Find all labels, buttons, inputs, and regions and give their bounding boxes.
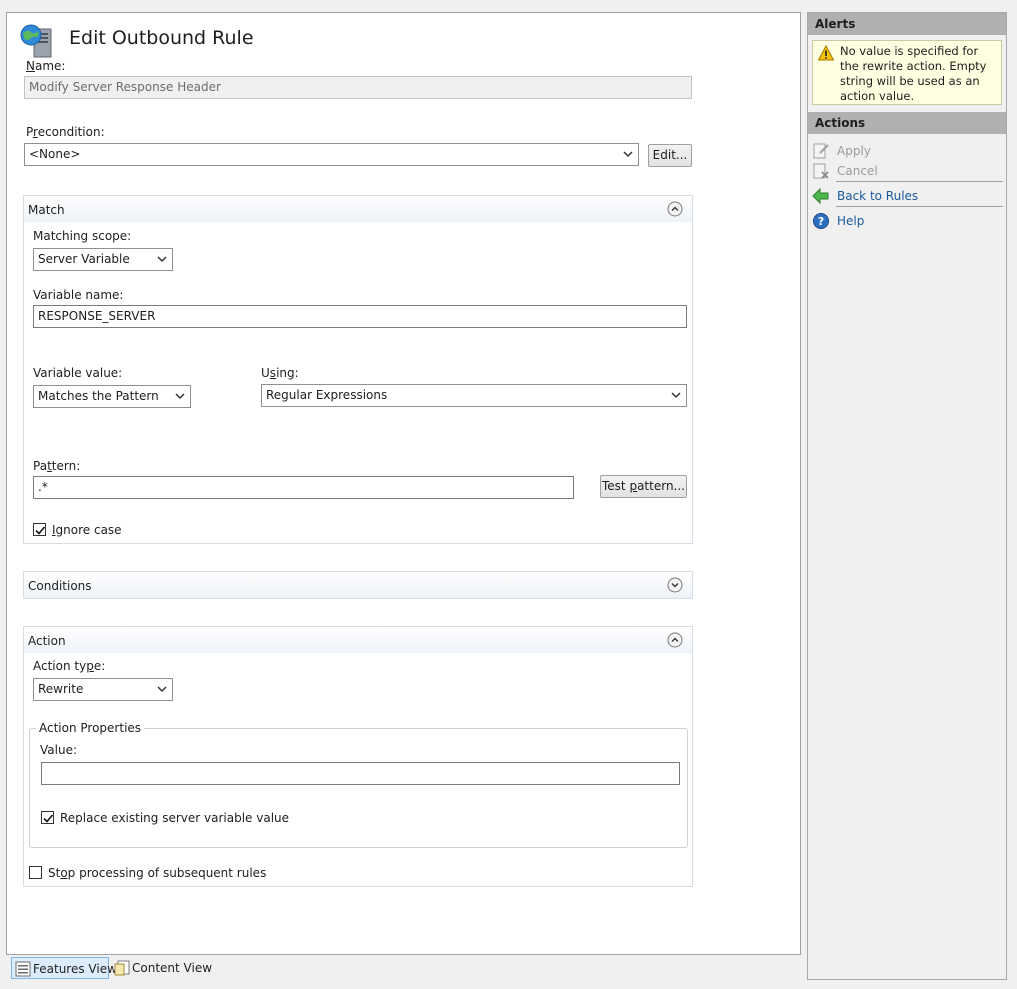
matching-scope-select[interactable]: Server Variable: [33, 248, 173, 271]
using-select[interactable]: Regular Expressions: [261, 384, 687, 407]
action-value-input[interactable]: [41, 762, 680, 785]
expand-down-icon[interactable]: [667, 577, 683, 593]
actions-separator: [836, 206, 1003, 207]
using-label: Using:: [261, 366, 299, 380]
precondition-label: Precondition:: [26, 125, 105, 139]
matching-scope-value: Server Variable: [38, 252, 130, 266]
matching-scope-label: Matching scope:: [33, 229, 132, 243]
stop-processing-checkbox[interactable]: [29, 866, 42, 879]
chevron-down-icon: [175, 393, 185, 400]
help-label: Help: [837, 214, 865, 228]
value-label: Value:: [40, 743, 77, 757]
help-icon: ?: [813, 213, 829, 229]
ignore-case-label: Ignore case: [52, 523, 122, 537]
help-action[interactable]: ? Help: [812, 212, 1002, 230]
action-type-select[interactable]: Rewrite: [33, 678, 173, 701]
match-title: Match: [28, 203, 65, 217]
conditions-title: Conditions: [28, 579, 92, 593]
variable-name-label: Variable name:: [33, 288, 124, 302]
checkmark-icon: [35, 526, 46, 535]
collapse-up-icon[interactable]: [667, 201, 683, 217]
name-label: Name:: [26, 59, 66, 73]
content-view-icon: [114, 960, 130, 976]
replace-existing-checkbox[interactable]: [41, 811, 54, 824]
tab-features-view[interactable]: Features View: [11, 957, 117, 979]
back-to-rules-label: Back to Rules: [837, 189, 919, 203]
variable-value-select[interactable]: Matches the Pattern: [33, 385, 191, 408]
precondition-select[interactable]: <None>: [24, 143, 639, 166]
page-title: Edit Outbound Rule: [69, 27, 254, 49]
chevron-down-icon: [157, 256, 167, 263]
collapse-up-icon[interactable]: [667, 632, 683, 648]
apply-label: Apply: [837, 144, 871, 158]
tab-features-label: Features View: [33, 962, 117, 976]
alerts-header: Alerts: [808, 13, 1006, 35]
variable-name-input[interactable]: RESPONSE_SERVER: [33, 305, 687, 328]
main-panel: Edit Outbound Rule Name: Modify Server R…: [6, 12, 801, 955]
chevron-down-icon: [157, 686, 167, 693]
warning-icon: [818, 45, 834, 61]
svg-text:?: ?: [818, 215, 824, 228]
action-type-value: Rewrite: [38, 682, 84, 696]
action-type-label: Action type:: [33, 659, 106, 673]
cancel-label: Cancel: [837, 164, 878, 178]
action-properties-legend: Action Properties: [36, 721, 145, 735]
edit-precondition-button[interactable]: Edit...: [648, 144, 692, 167]
variable-value-value: Matches the Pattern: [38, 389, 159, 403]
test-pattern-button[interactable]: Test pattern...: [600, 475, 687, 498]
features-view-icon: [15, 961, 31, 977]
using-value: Regular Expressions: [266, 388, 388, 402]
stop-processing-label: Stop processing of subsequent rules: [48, 866, 267, 880]
action-group: Action Action type: Rewrite Action Prope…: [23, 626, 693, 887]
apply-icon: [813, 143, 829, 159]
cancel-action[interactable]: Cancel: [812, 162, 1002, 180]
back-arrow-icon: [812, 187, 829, 205]
match-group-header[interactable]: Match: [24, 196, 692, 222]
precondition-value: <None>: [29, 147, 81, 161]
pattern-input[interactable]: .*: [33, 476, 574, 499]
pattern-label: Pattern:: [33, 459, 81, 473]
chevron-down-icon: [671, 392, 681, 399]
conditions-group: Conditions: [23, 571, 693, 599]
alert-box: No value is specified for the rewrite ac…: [812, 40, 1002, 105]
actions-pane: Alerts No value is specified for the rew…: [807, 12, 1007, 980]
replace-existing-label: Replace existing server variable value: [60, 811, 290, 825]
actions-separator: [836, 181, 1003, 182]
tab-content-view[interactable]: Content View: [111, 957, 213, 979]
back-to-rules-action[interactable]: Back to Rules: [812, 187, 1002, 205]
match-group: Match Matching scope: Server Variable Va…: [23, 195, 693, 544]
tab-content-label: Content View: [132, 961, 213, 975]
ignore-case-checkbox[interactable]: [33, 523, 46, 536]
variable-value-label: Variable value:: [33, 366, 123, 380]
alert-message: No value is specified for the rewrite ac…: [840, 44, 987, 103]
name-field[interactable]: Modify Server Response Header: [24, 76, 692, 99]
chevron-down-icon: [623, 151, 633, 158]
cancel-icon: [813, 163, 829, 179]
action-group-header[interactable]: Action: [24, 627, 692, 653]
apply-action[interactable]: Apply: [812, 142, 1002, 160]
checkmark-icon: [43, 814, 54, 823]
actions-header: Actions: [808, 112, 1006, 134]
conditions-group-header[interactable]: Conditions: [24, 572, 692, 598]
action-title: Action: [28, 634, 66, 648]
action-properties-fieldset: Action Properties Value: Replace existin…: [29, 721, 688, 848]
web-server-globe-icon: [20, 24, 52, 58]
